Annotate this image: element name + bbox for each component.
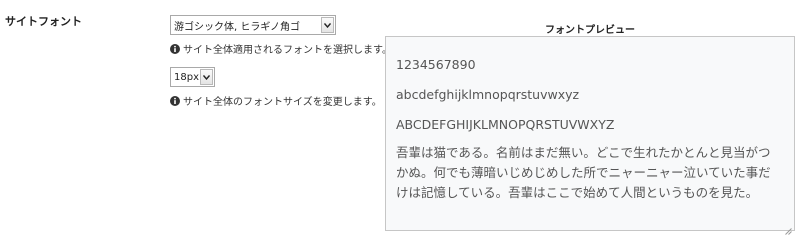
font-settings-panel: サイトフォント 游ゴシック体, ヒラギノ角ゴ サイト全体適用されるフォントを選択… — [0, 0, 800, 242]
font-family-help: サイト全体適用されるフォントを選択します。 — [170, 41, 392, 56]
font-preview-title: フォントプレビュー — [545, 25, 635, 36]
preview-japanese-text: 吾輩は猫である。名前はまだ無い。どこで生れたかとんと見当がつかぬ。何でも薄暗いじ… — [396, 145, 771, 200]
font-family-select[interactable]: 游ゴシック体, ヒラギノ角ゴ — [170, 15, 336, 35]
font-family-help-text: サイト全体適用されるフォントを選択します。 — [183, 45, 392, 56]
preview-digits: 1234567890 — [396, 57, 476, 72]
chevron-down-icon[interactable] — [200, 69, 213, 85]
preview-lowercase: abcdefghijklmnopqrstuvwxyz — [396, 87, 580, 102]
info-circle-icon — [170, 43, 180, 54]
chevron-down-icon[interactable] — [321, 17, 334, 33]
font-preview-box[interactable]: 1234567890 abcdefghijklmnopqrstuvwxyz AB… — [385, 36, 795, 235]
font-size-value: 18px — [174, 71, 199, 83]
font-size-select[interactable]: 18px — [170, 67, 215, 87]
preview-uppercase: ABCDEFGHIJKLMNOPQRSTUVWXYZ — [396, 117, 615, 132]
resize-grip-icon[interactable] — [784, 220, 792, 235]
site-font-label: サイトフォント — [5, 15, 82, 28]
font-size-help-text: サイト全体のフォントサイズを変更します。 — [183, 97, 382, 108]
font-family-value: 游ゴシック体, ヒラギノ角ゴ — [174, 21, 300, 33]
font-size-help: サイト全体のフォントサイズを変更します。 — [170, 93, 382, 108]
info-circle-icon — [170, 95, 180, 106]
